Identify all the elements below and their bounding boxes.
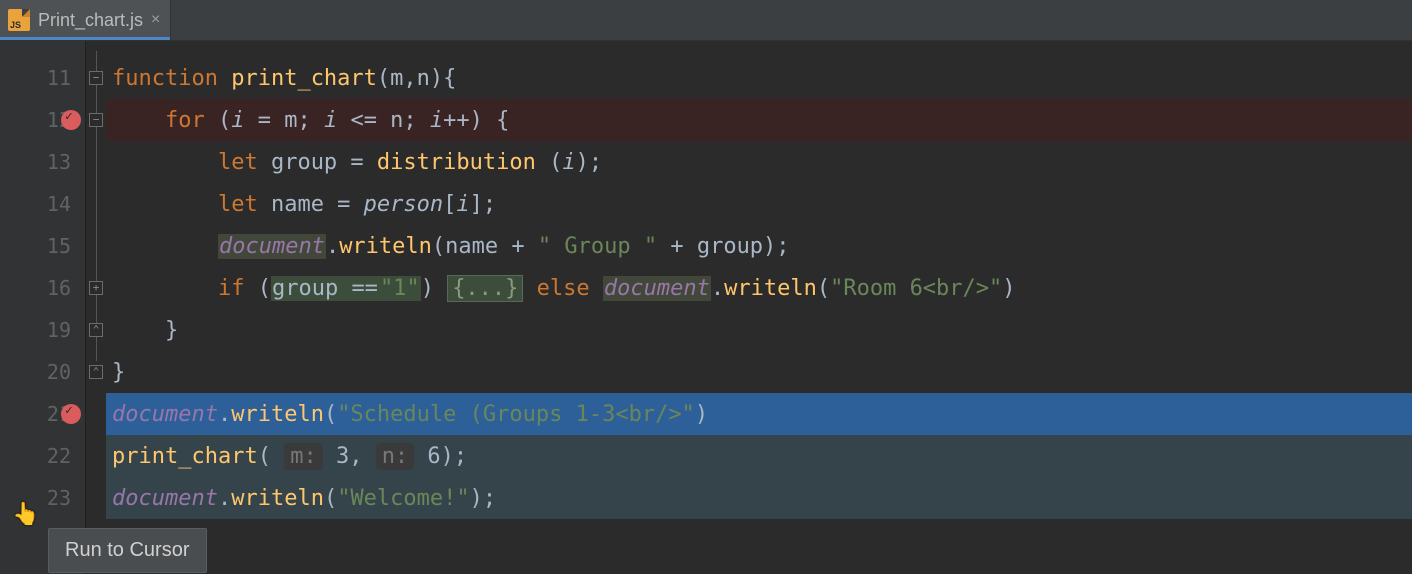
line-number[interactable]: 21	[0, 393, 85, 435]
code-line-current[interactable]: document.writeln("Schedule (Groups 1-3<b…	[106, 393, 1412, 435]
fold-gutter: − − + ⌃ ⌃	[86, 41, 106, 574]
fold-collapse-icon[interactable]: −	[89, 113, 103, 127]
tooltip: Run to Cursor	[48, 528, 207, 573]
code-line[interactable]	[106, 519, 1412, 561]
code-line[interactable]: let name = person[i];	[106, 183, 1412, 225]
code-line[interactable]: for (i = m; i <= n; i++) {	[106, 99, 1412, 141]
code-line[interactable]: if (group =="1") {...} else document.wri…	[106, 267, 1412, 309]
code-line[interactable]: document.writeln("Welcome!");	[106, 477, 1412, 519]
line-number[interactable]: 11	[0, 57, 85, 99]
breakpoint-icon[interactable]	[61, 404, 81, 424]
fold-collapse-icon[interactable]: −	[89, 71, 103, 85]
code-line[interactable]: print_chart( m: 3, n: 6);	[106, 435, 1412, 477]
line-number[interactable]: 16	[0, 267, 85, 309]
code-line[interactable]: }	[106, 309, 1412, 351]
js-file-icon: JS	[8, 9, 30, 31]
close-icon[interactable]: ×	[151, 11, 160, 29]
line-number-gutter[interactable]: 11 12 13 14 15 16 19 20 21 22 23 24	[0, 41, 86, 574]
line-number[interactable]: 22	[0, 435, 85, 477]
line-number[interactable]: 20	[0, 351, 85, 393]
line-number[interactable]: 14	[0, 183, 85, 225]
parameter-hint: n:	[376, 443, 415, 470]
line-number[interactable]: 15	[0, 225, 85, 267]
parameter-hint: m:	[284, 443, 323, 470]
fold-end-icon[interactable]: ⌃	[89, 323, 103, 337]
line-number[interactable]: 12	[0, 99, 85, 141]
cursor-pointer-icon: 👆	[12, 502, 39, 527]
line-number[interactable]: 13	[0, 141, 85, 183]
file-tab[interactable]: JS Print_chart.js ×	[0, 0, 171, 40]
tab-bar: JS Print_chart.js ×	[0, 0, 1412, 41]
file-tab-label: Print_chart.js	[38, 10, 143, 31]
code-line[interactable]: function print_chart(m,n){	[106, 57, 1412, 99]
line-number[interactable]: 19	[0, 309, 85, 351]
code-line[interactable]: }	[106, 351, 1412, 393]
code-line[interactable]: let group = distribution (i);	[106, 141, 1412, 183]
fold-expand-icon[interactable]: +	[89, 281, 103, 295]
code-editor[interactable]: 11 12 13 14 15 16 19 20 21 22 23 24 − − …	[0, 41, 1412, 574]
folded-code[interactable]: {...}	[447, 275, 523, 302]
fold-end-icon[interactable]: ⌃	[89, 365, 103, 379]
breakpoint-icon[interactable]	[61, 110, 81, 130]
code-line[interactable]: document.writeln(name + " Group " + grou…	[106, 225, 1412, 267]
code-area[interactable]: function print_chart(m,n){ for (i = m; i…	[106, 41, 1412, 574]
